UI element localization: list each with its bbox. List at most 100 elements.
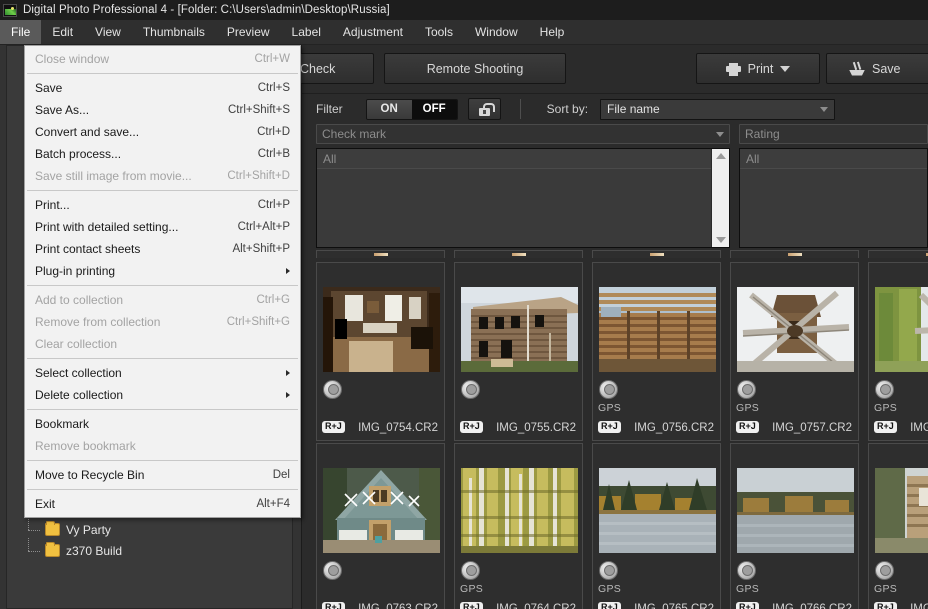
thumbnail-grid[interactable]: R+J IMG_0754.CR2	[316, 250, 928, 609]
chevron-down-icon[interactable]	[820, 107, 828, 112]
menu-view[interactable]: View	[84, 20, 132, 44]
gps-badge: GPS	[460, 583, 483, 595]
menu-tools[interactable]: Tools	[414, 20, 464, 44]
thumbnail-cell[interactable]: R+J IMG_0754.CR2	[316, 262, 445, 441]
print-button[interactable]: Print	[696, 53, 820, 84]
folder-tree-item-vy-party[interactable]: Vy Party	[45, 519, 292, 540]
thumbnail-image[interactable]	[461, 468, 578, 553]
check-mark-list-scrollbar[interactable]	[711, 149, 729, 247]
check-mark-select[interactable]: Check mark	[316, 124, 730, 144]
file-menu-item-clear-collection: Clear collection	[25, 333, 300, 355]
file-menu-item-save-as[interactable]: Save As...Ctrl+Shift+S	[25, 99, 300, 121]
rating-select[interactable]: Rating	[739, 124, 928, 144]
file-menu-item-label: Add to collection	[35, 293, 242, 307]
menu-edit[interactable]: Edit	[41, 20, 84, 44]
remote-shooting-button[interactable]: Remote Shooting	[384, 53, 566, 84]
check-mark-list-header: All 0	[317, 149, 729, 169]
thumbnail-image[interactable]	[599, 287, 716, 372]
thumbnail-cell[interactable]: R+J IMG_0763.CR2	[316, 443, 445, 609]
chevron-down-icon[interactable]	[780, 66, 790, 72]
save-button[interactable]: Save	[826, 53, 928, 84]
lock-icon	[478, 103, 490, 116]
thumbnail-cell-partial[interactable]	[454, 250, 583, 258]
filter-toggle-off[interactable]: OFF	[412, 100, 457, 119]
thumbnail-cell[interactable]: GPS R+J IMG_0767.CR2	[868, 443, 928, 609]
thumbnail-cell[interactable]: GPS R+J IMG_0766.CR2	[730, 443, 859, 609]
file-menu-item-label: Select collection	[35, 366, 278, 380]
menu-window[interactable]: Window	[464, 20, 529, 44]
thumbnail-image[interactable]	[323, 468, 440, 553]
menu-adjustment[interactable]: Adjustment	[332, 20, 414, 44]
folder-icon	[45, 523, 60, 536]
file-menu-item-exit[interactable]: ExitAlt+F4	[25, 493, 300, 515]
sort-by-select[interactable]: File name	[600, 99, 835, 120]
menu-separator	[27, 285, 298, 286]
toolbar-divider	[520, 99, 521, 119]
scene-interior	[323, 287, 440, 372]
file-menu-item-label: Save	[35, 81, 244, 95]
thumbnail-cell-partial[interactable]	[592, 250, 721, 258]
check-mark-value: Check mark	[322, 127, 386, 141]
thumbnail-image[interactable]	[737, 287, 854, 372]
submenu-arrow-icon	[286, 392, 290, 398]
thumbnail-cell[interactable]: GPS R+J IMG_0764.CR2	[454, 443, 583, 609]
thumbnail-image[interactable]	[737, 468, 854, 553]
thumbnail-image[interactable]	[599, 468, 716, 553]
raw-jpeg-badge: R+J	[736, 602, 759, 609]
thumbnail-cell-partial[interactable]	[316, 250, 445, 258]
check-mark-list[interactable]: All 0	[316, 148, 730, 248]
thumbnail-cell[interactable]: GPS R+J IMG_0756.CR2	[592, 262, 721, 441]
filter-lock-button[interactable]	[468, 98, 501, 120]
thumbnail-image[interactable]	[461, 287, 578, 372]
raw-jpeg-badge: R+J	[874, 421, 897, 433]
folder-label: Vy Party	[66, 523, 111, 537]
file-menu-item-shortcut: Ctrl+G	[242, 294, 290, 306]
filter-toggle-on[interactable]: ON	[367, 100, 412, 119]
menu-preview[interactable]: Preview	[216, 20, 281, 44]
thumbnail-cell[interactable]: GPS R+J IMG_0758.CR2	[868, 262, 928, 441]
thumbnail-image[interactable]	[875, 468, 928, 553]
remote-shooting-label: Remote Shooting	[427, 62, 524, 76]
file-dropdown-menu[interactable]: Close windowCtrl+WSaveCtrl+SSave As...Ct…	[24, 45, 301, 518]
file-menu-item-label: Save still image from movie...	[35, 169, 213, 183]
file-menu-item-label: Convert and save...	[35, 125, 243, 139]
thumbnail-cell[interactable]: R+J IMG_0755.CR2	[454, 262, 583, 441]
folder-tree-item-z370-build[interactable]: z370 Build	[45, 540, 292, 561]
file-menu-item-plug-in-printing[interactable]: Plug-in printing	[25, 260, 300, 282]
thumbnail-cell-partial[interactable]	[868, 250, 928, 258]
file-menu-item-select-collection[interactable]: Select collection	[25, 362, 300, 384]
scene-windmill-trees	[875, 287, 928, 372]
file-menu-item-batch-process[interactable]: Batch process...Ctrl+B	[25, 143, 300, 165]
thumbnail-image[interactable]	[875, 287, 928, 372]
menu-label[interactable]: Label	[281, 20, 332, 44]
thumbnail-cell-partial[interactable]	[730, 250, 859, 258]
file-menu-item-save[interactable]: SaveCtrl+S	[25, 77, 300, 99]
menu-file[interactable]: File	[0, 20, 41, 44]
check-mark-all-label: All	[323, 152, 336, 166]
file-menu-item-shortcut: Ctrl+Alt+P	[224, 221, 290, 233]
file-menu-item-bookmark[interactable]: Bookmark	[25, 413, 300, 435]
thumbnail-filename: IMG_0764.CR2	[496, 603, 576, 609]
filter-toggle[interactable]: ON OFF	[366, 99, 458, 120]
file-menu-item-label: Remove from collection	[35, 315, 213, 329]
file-menu-item-delete-collection[interactable]: Delete collection	[25, 384, 300, 406]
rating-list[interactable]: All	[739, 148, 928, 248]
menu-help[interactable]: Help	[529, 20, 576, 44]
chevron-down-icon[interactable]	[716, 132, 724, 137]
thumbnail-cell[interactable]: GPS R+J IMG_0757.CR2	[730, 262, 859, 441]
file-menu-item-shortcut: Del	[259, 469, 290, 481]
lens-badge-icon	[599, 380, 618, 399]
scene-windmill	[737, 287, 854, 372]
scroll-down-icon[interactable]	[716, 237, 726, 243]
menu-thumbnails[interactable]: Thumbnails	[132, 20, 216, 44]
file-menu-item-convert-and-save[interactable]: Convert and save...Ctrl+D	[25, 121, 300, 143]
file-menu-item-print-contact-sheets[interactable]: Print contact sheetsAlt+Shift+P	[25, 238, 300, 260]
thumbnail-cell[interactable]: GPS R+J IMG_0765.CR2	[592, 443, 721, 609]
file-menu-item-move-to-recycle-bin[interactable]: Move to Recycle BinDel	[25, 464, 300, 486]
scroll-up-icon[interactable]	[716, 153, 726, 159]
file-menu-item-print[interactable]: Print...Ctrl+P	[25, 194, 300, 216]
thumbnail-image[interactable]	[323, 287, 440, 372]
file-menu-item-print-with-detailed-setting[interactable]: Print with detailed setting...Ctrl+Alt+P	[25, 216, 300, 238]
file-menu-item-shortcut: Alt+F4	[242, 498, 290, 510]
file-menu-item-shortcut: Ctrl+W	[241, 53, 290, 65]
